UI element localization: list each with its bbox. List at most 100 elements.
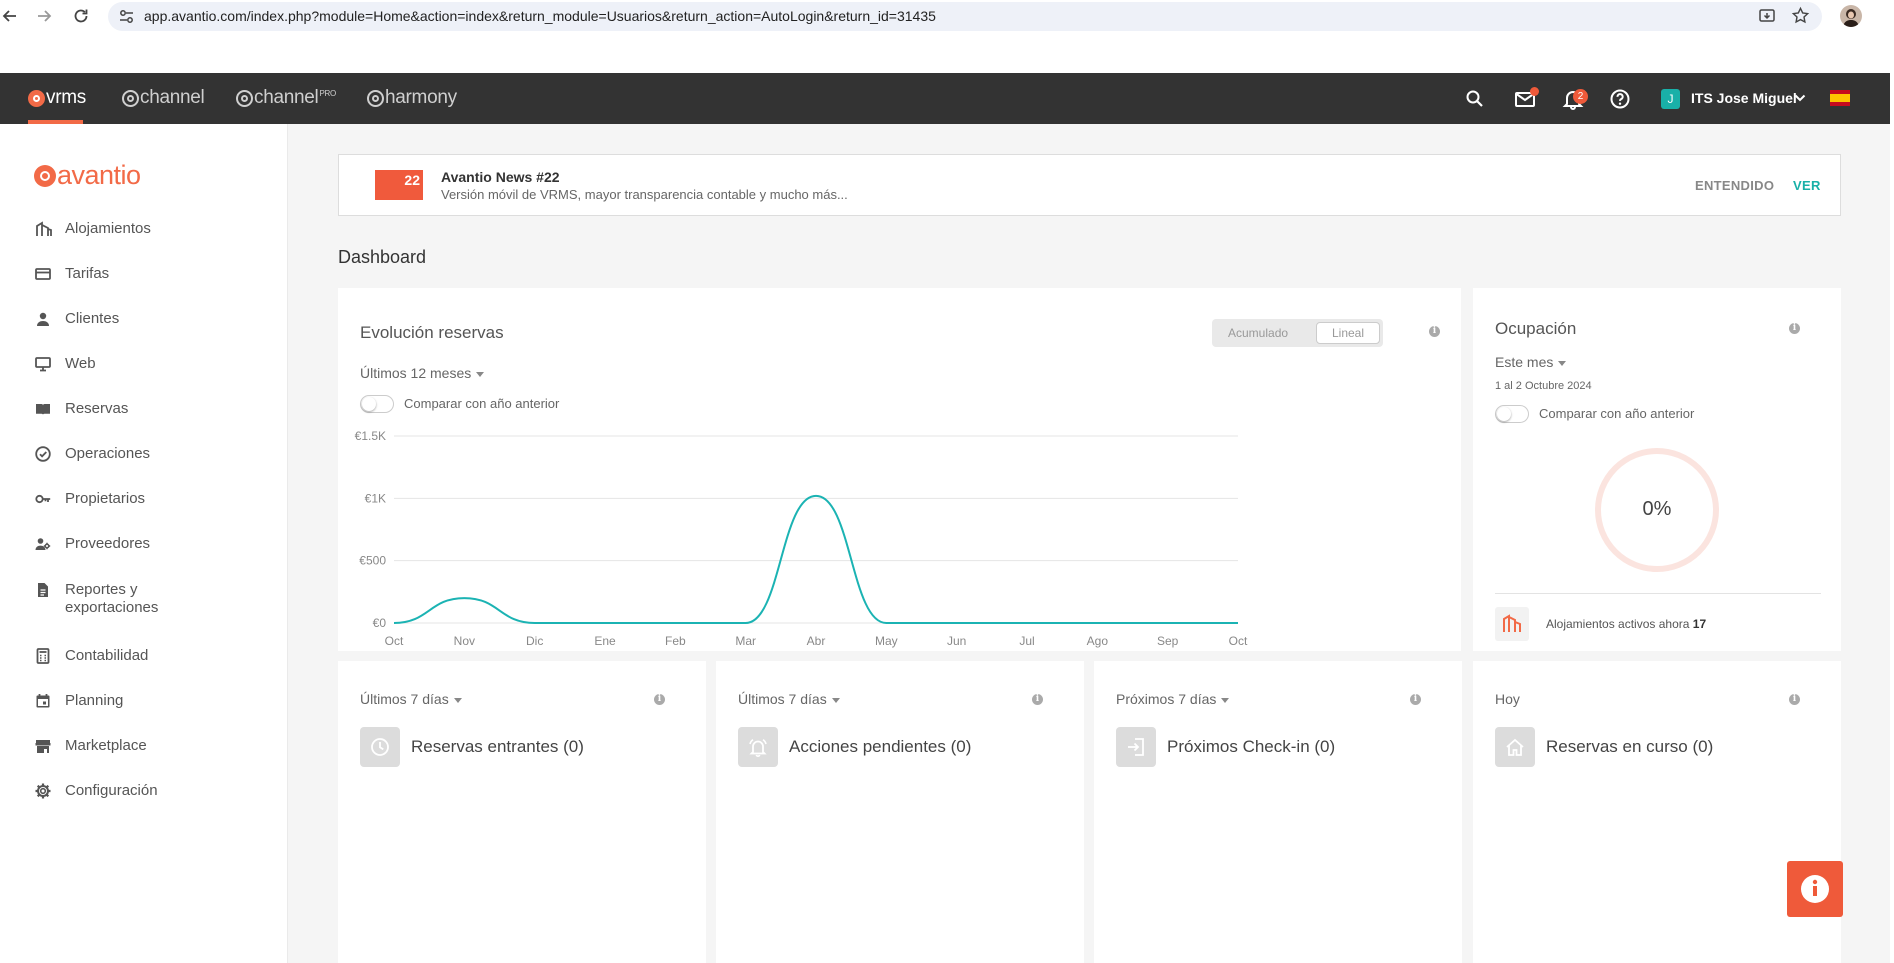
product-channel-pro-label: channel <box>254 87 319 108</box>
info-circle-icon <box>1801 875 1829 903</box>
sidebar-item-label: Reportes y exportaciones <box>65 581 159 616</box>
user-name[interactable]: ITS Jose Miguel <box>1691 90 1797 106</box>
help-icon[interactable] <box>1609 88 1631 110</box>
news-banner: 22 Avantio News #22 Versión móvil de VRM… <box>338 154 1841 216</box>
url-text: app.avantio.com/index.php?module=Home&ac… <box>144 8 936 24</box>
info-icon[interactable]: i <box>1410 694 1421 705</box>
x-tick-label: Ene <box>594 634 616 648</box>
sidebar-item-label: Reservas <box>65 400 129 417</box>
caret-down-icon <box>1221 697 1230 703</box>
people-icon <box>35 538 51 550</box>
sidebar-item-marketplace[interactable]: Marketplace <box>34 737 274 755</box>
occupancy-compare-toggle[interactable] <box>1495 405 1529 423</box>
reload-icon[interactable] <box>71 6 91 26</box>
tile-period-select[interactable]: Últimos 7 días <box>738 691 840 707</box>
spain-flag-icon[interactable] <box>1830 90 1850 106</box>
sidebar-item-clientes[interactable]: Clientes <box>34 310 274 328</box>
tile-title[interactable]: Reservas entrantes (0) <box>411 737 584 757</box>
mail-badge <box>1530 87 1539 96</box>
sidebar-item-configuracion[interactable]: Configuración <box>34 782 274 800</box>
sidebar-item-planning[interactable]: Planning <box>34 692 274 710</box>
sidebar-item-operaciones[interactable]: Operaciones <box>34 445 274 463</box>
back-icon[interactable] <box>0 6 20 26</box>
tile-title[interactable]: Reservas en curso (0) <box>1546 737 1713 757</box>
avantio-logo[interactable]: avantio <box>34 160 141 191</box>
x-tick-label: Nov <box>454 634 475 648</box>
sidebar-item-contabilidad[interactable]: Contabilidad <box>34 647 274 665</box>
occupancy-percent: 0% <box>1642 498 1672 520</box>
calculator-icon <box>36 648 50 664</box>
tile-icon-box <box>360 727 400 767</box>
evolution-line-chart: €0 €500 €1K €1.5K Oct Nov Dic Ene Feb Mar Abr May Ju… <box>355 429 1248 648</box>
sidebar-item-proveedores[interactable]: Proveedores <box>34 535 274 553</box>
info-icon[interactable]: i <box>1032 694 1043 705</box>
x-tick-label: Feb <box>665 634 686 648</box>
bookmark-star-icon[interactable] <box>1791 6 1810 25</box>
summary-tile: Últimos 7 días i Reservas entrantes (0) <box>338 661 706 963</box>
product-channel-pro[interactable]: channel PRO <box>236 87 336 108</box>
tile-period-select[interactable]: Próximos 7 días <box>1116 691 1230 707</box>
x-tick-label: Jun <box>947 634 966 648</box>
bell-icon <box>749 739 767 757</box>
sidebar-item-label: Configuración <box>65 782 158 799</box>
forward-icon[interactable] <box>34 6 54 26</box>
product-channel[interactable]: channel <box>122 87 205 108</box>
document-icon <box>38 583 48 597</box>
search-icon[interactable] <box>1464 88 1486 110</box>
tile-period-select[interactable]: Últimos 7 días <box>360 691 462 707</box>
building-icon <box>1495 607 1529 641</box>
avantio-logo-text: avantio <box>57 160 141 190</box>
site-settings-icon[interactable] <box>118 8 135 25</box>
caret-down-icon <box>453 697 462 703</box>
sidebar-item-tarifas[interactable]: Tarifas <box>34 265 274 283</box>
browser-toolbar: app.avantio.com/index.php?module=Home&ac… <box>0 0 1894 33</box>
sidebar-item-label: Contabilidad <box>65 647 149 664</box>
sidebar-item-propietarios[interactable]: Propietarios <box>34 490 274 508</box>
tile-title[interactable]: Próximos Check-in (0) <box>1167 737 1335 757</box>
check-circle-icon <box>35 446 51 462</box>
sidebar-item-reservas[interactable]: Reservas <box>34 400 274 418</box>
news-text: Versión móvil de VRMS, mayor transparenc… <box>441 187 848 202</box>
product-harmony[interactable]: harmony <box>367 87 457 108</box>
x-tick-label: Mar <box>735 634 756 648</box>
sidebar-item-reportes[interactable]: Reportes y exportaciones <box>34 581 274 617</box>
tile-period-label: Próximos 7 días <box>1116 691 1217 707</box>
summary-tile: Próximos 7 días i Próximos Check-in (0) <box>1094 661 1462 963</box>
product-vrms-label: vrms <box>46 87 86 108</box>
caret-down-icon <box>831 697 840 703</box>
app-topbar: vrms channel channel PRO harmony 2 J ITS … <box>0 73 1890 124</box>
sidebar-item-alojamientos[interactable]: Alojamientos <box>34 220 274 238</box>
main-content: 22 Avantio News #22 Versión móvil de VRM… <box>288 124 1890 963</box>
product-vrms[interactable]: vrms <box>28 87 86 108</box>
occupancy-date-range: 1 al 2 Octubre 2024 <box>1495 380 1592 392</box>
y-tick-label: €1K <box>365 491 386 505</box>
occupancy-period-select[interactable]: Este mes <box>1495 354 1567 370</box>
occupancy-title: Ocupación <box>1495 319 1577 338</box>
y-tick-label: €500 <box>359 554 386 568</box>
chevron-down-icon[interactable] <box>1793 91 1807 105</box>
tile-icon-box <box>738 727 778 767</box>
notification-count-badge: 2 <box>1573 89 1588 104</box>
active-listings: Alojamientos activos ahora 17 <box>1546 617 1706 631</box>
news-view-button[interactable]: VER <box>1793 178 1821 193</box>
info-icon[interactable]: i <box>1789 694 1800 705</box>
sidebar-item-web[interactable]: Web <box>34 355 274 373</box>
product-harmony-label: harmony <box>385 87 457 108</box>
tile-period-label: Hoy <box>1495 691 1520 707</box>
home-icon <box>1506 738 1524 756</box>
news-badge-number: 22 <box>404 172 420 188</box>
pro-superscript: PRO <box>319 88 336 98</box>
news-dismiss-button[interactable]: ENTENDIDO <box>1695 178 1774 193</box>
info-icon[interactable]: i <box>1789 323 1800 334</box>
x-tick-label: Oct <box>385 634 404 648</box>
x-tick-label: Oct <box>1229 634 1248 648</box>
floating-info-button[interactable] <box>1787 861 1843 917</box>
tile-title[interactable]: Acciones pendientes (0) <box>789 737 971 757</box>
tile-period-label: Últimos 7 días <box>738 691 827 707</box>
profile-avatar[interactable] <box>1840 5 1862 27</box>
info-icon[interactable]: i <box>654 694 665 705</box>
active-listings-count: 17 <box>1692 617 1707 631</box>
user-avatar[interactable]: J <box>1661 89 1680 109</box>
x-tick-label: Jul <box>1019 634 1034 648</box>
install-app-icon[interactable] <box>1758 7 1776 25</box>
